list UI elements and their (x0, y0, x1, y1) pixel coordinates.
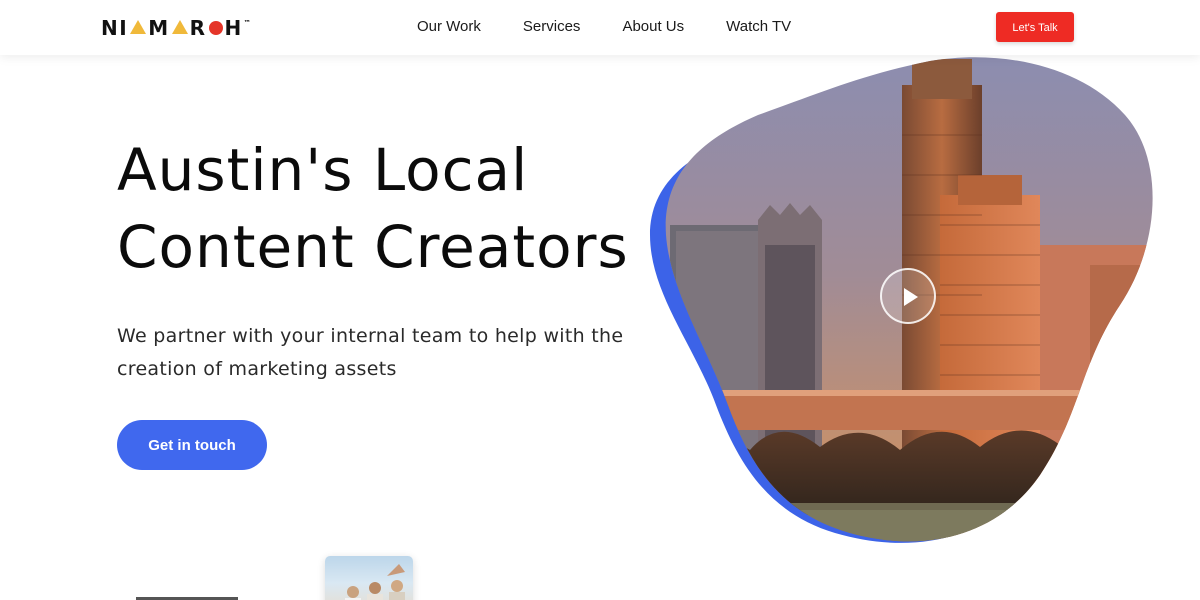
get-in-touch-button[interactable]: Get in touch (117, 420, 267, 470)
lets-talk-button[interactable]: Let's Talk (996, 12, 1074, 42)
logo-triangle-icon (171, 20, 188, 34)
play-icon (904, 288, 918, 306)
hero-title-line: Content Creators (117, 213, 629, 281)
nav-item-watch-tv[interactable]: Watch TV (726, 18, 791, 36)
page: NI M R H ™ Our Work Services About Us Wa… (0, 0, 1200, 600)
logo-triangle-icon (130, 20, 147, 34)
logo-text-r: R (189, 16, 207, 40)
play-video-button[interactable] (880, 268, 936, 324)
trademark-mark: ™ (243, 19, 251, 27)
nav-item-our-work[interactable]: Our Work (417, 18, 481, 36)
hero-subtitle-line: We partner with your internal team to he… (117, 325, 624, 347)
hero-title: Austin's Local Content Creators (117, 132, 657, 286)
nav-item-services[interactable]: Services (523, 18, 581, 36)
logo-text-h: H (224, 16, 243, 40)
hero-subtitle: We partner with your internal team to he… (117, 320, 637, 386)
nav-item-about-us[interactable]: About Us (622, 18, 684, 36)
hero-title-line: Austin's Local (117, 136, 529, 204)
logo-text-ni: NI (101, 16, 129, 40)
site-header: NI M R H ™ Our Work Services About Us Wa… (0, 0, 1200, 55)
logo-dot-icon (208, 21, 223, 35)
team-photo-thumbnail (325, 556, 413, 600)
main-nav: Our Work Services About Us Watch TV (417, 18, 833, 36)
hero-subtitle-line: creation of marketing assets (117, 358, 397, 380)
brand-logo[interactable]: NI M R H ™ (101, 16, 251, 40)
team-photo-image (345, 564, 405, 600)
logo-text-m: M (148, 16, 170, 40)
